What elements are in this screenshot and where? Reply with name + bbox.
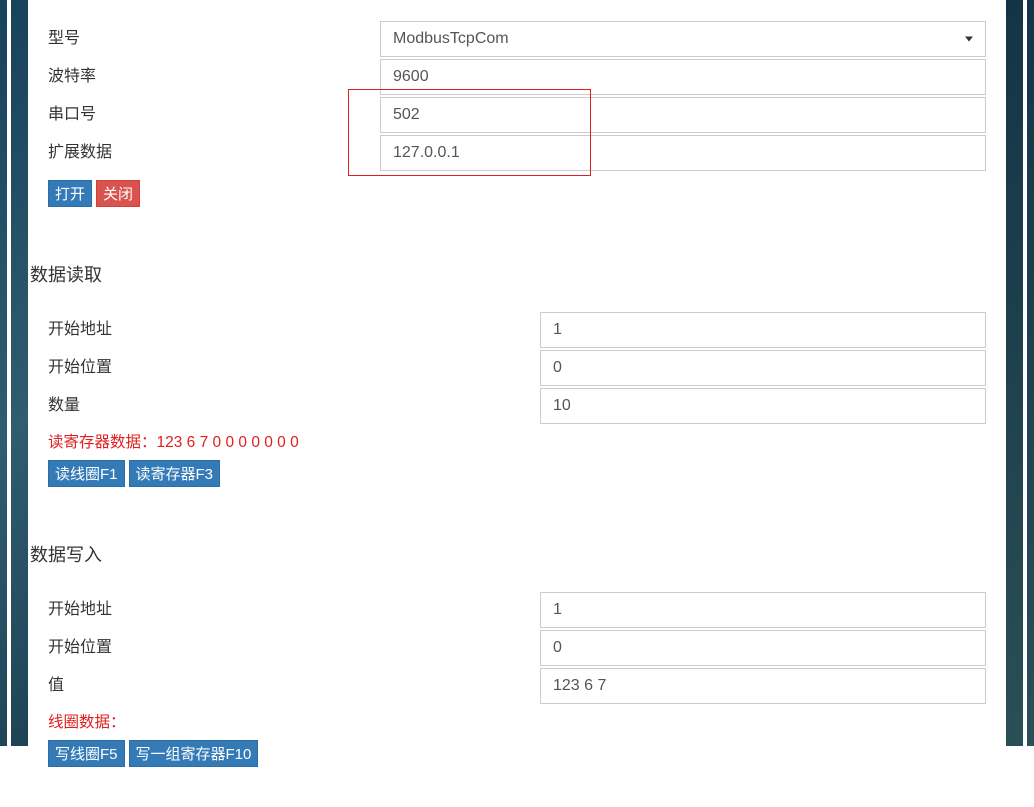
baud-label: 波特率 — [48, 58, 380, 96]
connection-section: 型号 ModbusTcpCom 波特率 串口号 — [48, 20, 986, 207]
write-result-label: 线圈数据： — [48, 714, 126, 731]
read-pos-input[interactable] — [540, 350, 986, 386]
write-val-input[interactable] — [540, 668, 986, 704]
write-val-label: 值 — [48, 667, 540, 705]
port-input[interactable] — [380, 97, 986, 133]
model-select[interactable]: ModbusTcpCom — [380, 21, 986, 57]
write-section-title: 数据写入 — [30, 541, 986, 567]
read-register-button[interactable]: 读寄存器F3 — [129, 460, 221, 487]
close-button[interactable]: 关闭 — [96, 180, 140, 207]
write-result: 线圈数据： — [48, 710, 986, 732]
ext-input[interactable] — [380, 135, 986, 171]
read-result-value: 123 6 7 0 0 0 0 0 0 0 — [157, 434, 299, 451]
write-pos-label: 开始位置 — [48, 629, 540, 667]
write-coil-button[interactable]: 写线圈F5 — [48, 740, 125, 767]
baud-input[interactable] — [380, 59, 986, 95]
caret-down-icon — [965, 37, 973, 42]
ext-label: 扩展数据 — [48, 134, 380, 172]
read-result-label: 读寄存器数据： — [48, 434, 157, 451]
write-registers-button[interactable]: 写一组寄存器F10 — [129, 740, 259, 767]
read-pos-label: 开始位置 — [48, 349, 540, 387]
read-coil-button[interactable]: 读线圈F1 — [48, 460, 125, 487]
write-addr-input[interactable] — [540, 592, 986, 628]
port-label: 串口号 — [48, 96, 380, 134]
model-label: 型号 — [48, 20, 380, 58]
model-select-value: ModbusTcpCom — [393, 30, 509, 48]
read-section-title: 数据读取 — [30, 261, 986, 287]
read-result: 读寄存器数据：123 6 7 0 0 0 0 0 0 0 — [48, 430, 986, 452]
write-pos-input[interactable] — [540, 630, 986, 666]
read-addr-input[interactable] — [540, 312, 986, 348]
read-count-input[interactable] — [540, 388, 986, 424]
read-count-label: 数量 — [48, 387, 540, 425]
write-addr-label: 开始地址 — [48, 591, 540, 629]
open-button[interactable]: 打开 — [48, 180, 92, 207]
read-addr-label: 开始地址 — [48, 311, 540, 349]
